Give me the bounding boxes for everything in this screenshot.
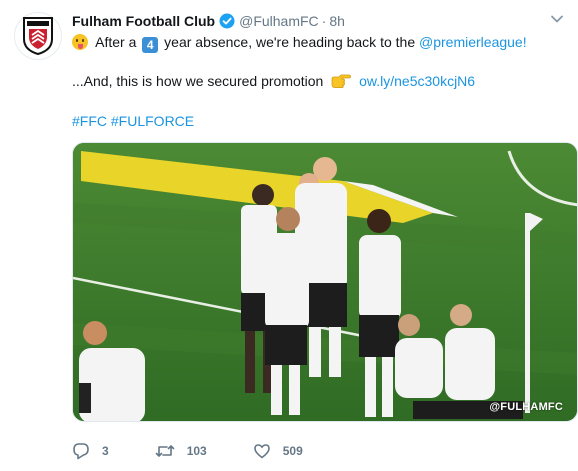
tweet-text-line-2: ...And, this is how we secured promotion…: [72, 71, 475, 91]
reply-icon: [73, 443, 89, 460]
retweet-icon: [155, 445, 174, 457]
text-after-a: After a: [95, 34, 137, 50]
celebration-photo: [73, 143, 577, 421]
fulham-crest-icon: [23, 17, 53, 55]
text-year-absence: year absence, we're heading back to the: [164, 34, 416, 50]
tweet-photo[interactable]: @FULHAMFC: [72, 142, 578, 422]
tweet-header: Fulham Football Club @FulhamFC · 8h: [72, 10, 538, 32]
reply-button[interactable]: 3: [72, 442, 109, 460]
tweet-actions: 3 103 509: [72, 442, 349, 460]
verified-badge-icon: [219, 13, 235, 29]
retweet-count: 103: [186, 444, 207, 458]
mention-premierleague[interactable]: @premierleague!: [419, 34, 527, 50]
like-button[interactable]: 509: [253, 442, 303, 460]
separator: ·: [321, 13, 327, 29]
account-avatar[interactable]: [14, 12, 62, 60]
account-name[interactable]: Fulham Football Club: [72, 13, 215, 29]
like-count: 509: [282, 444, 303, 458]
text-promotion: ...And, this is how we secured promotion: [72, 73, 324, 89]
hand-pointing-right-icon: [331, 74, 352, 88]
hashtags[interactable]: #FFC #FULFORCE: [72, 113, 194, 129]
promotion-link[interactable]: ow.ly/ne5c30kcjN6: [359, 73, 475, 89]
timestamp[interactable]: 8h: [329, 13, 345, 29]
like-icon: [253, 444, 270, 459]
face-with-tongue-icon: [72, 34, 88, 50]
account-handle[interactable]: @FulhamFC: [239, 13, 319, 29]
keycap-number: 4: [142, 37, 159, 53]
tweet: Fulham Football Club @FulhamFC · 8h Afte…: [0, 0, 578, 471]
tweet-text-line-1: After a 4 year absence, we're heading ba…: [72, 32, 527, 53]
caret-down-icon[interactable]: [550, 12, 564, 26]
tweet-hashtags: #FFC #FULFORCE: [72, 111, 194, 131]
photo-watermark: @FULHAMFC: [489, 401, 563, 413]
retweet-button[interactable]: 103: [155, 442, 207, 460]
reply-count: 3: [102, 444, 109, 458]
